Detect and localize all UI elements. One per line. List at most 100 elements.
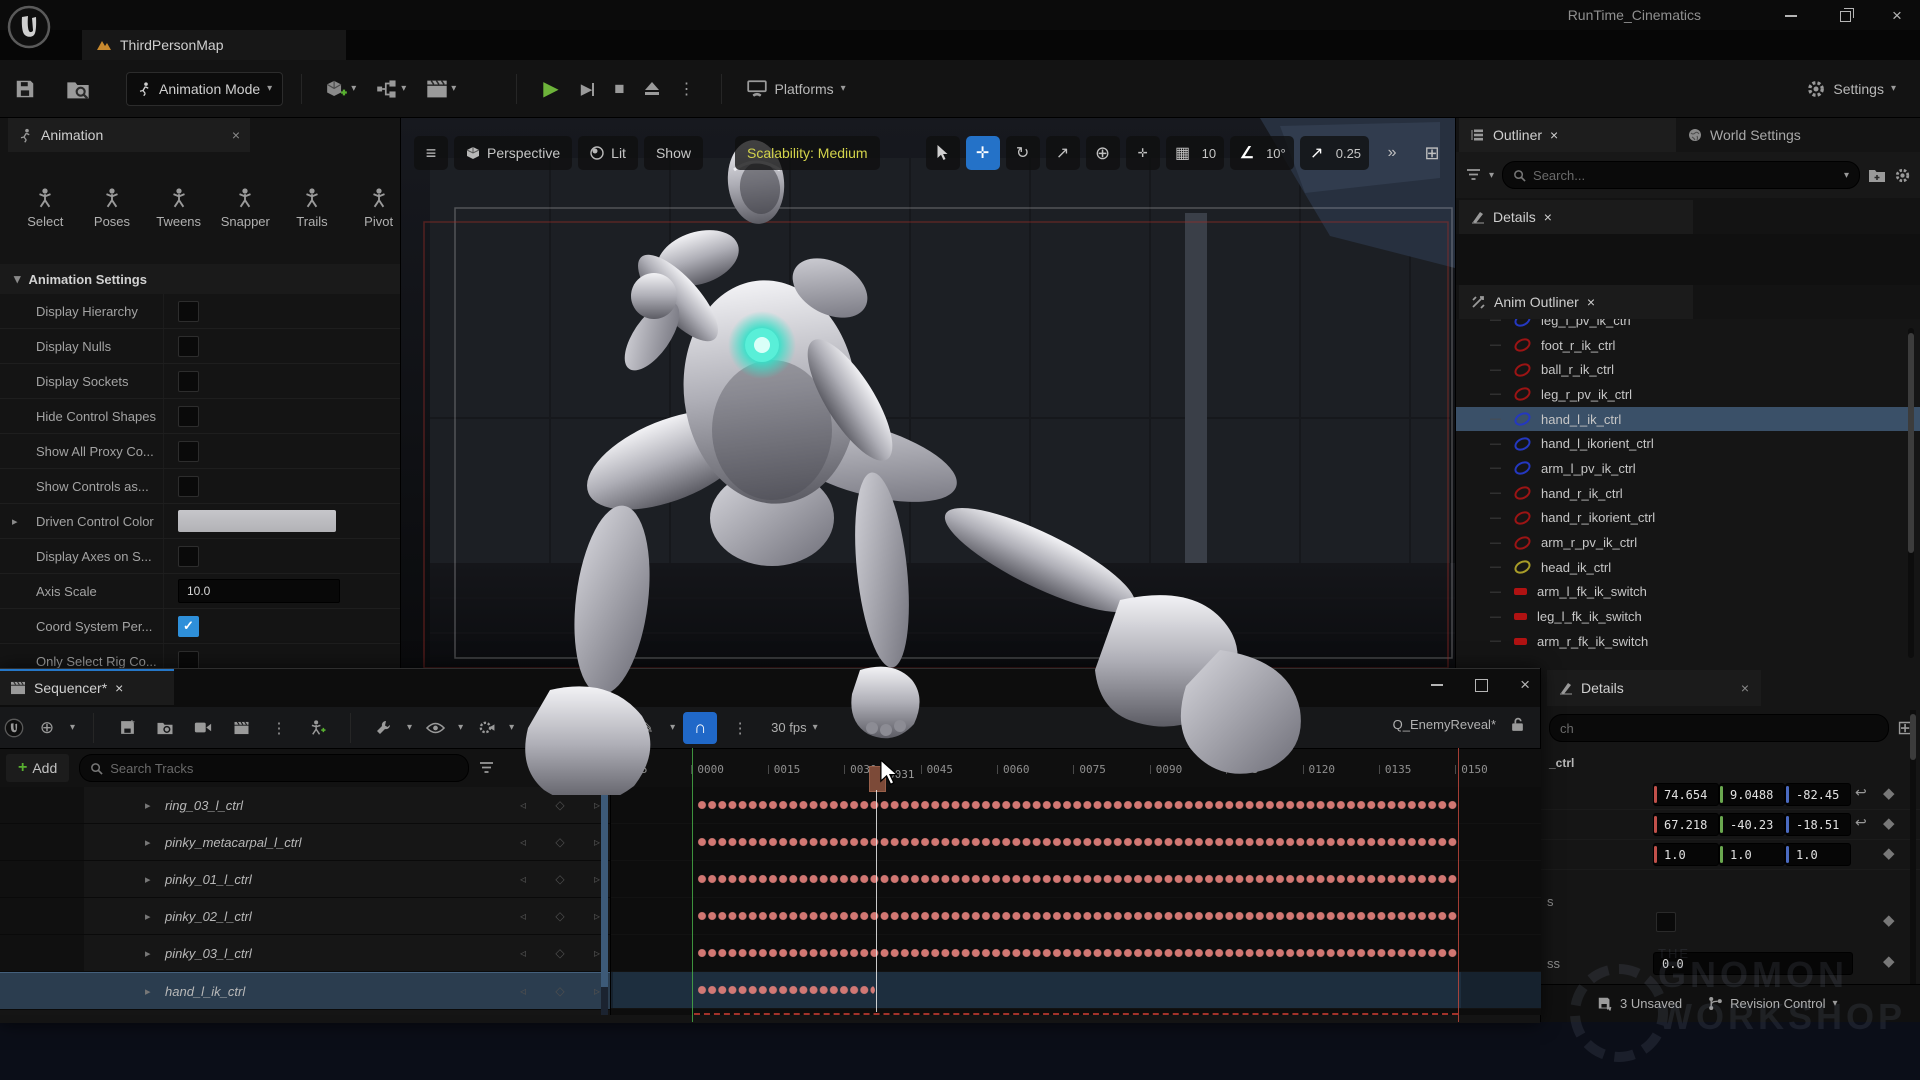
control-list-item[interactable]: hand_l_ik_ctrl	[1456, 407, 1920, 432]
control-list-item[interactable]: hand_l_ikorient_ctrl	[1456, 431, 1920, 456]
keyframes[interactable]	[697, 837, 1457, 847]
next-key-icon[interactable]	[594, 946, 600, 960]
close-icon[interactable]	[1550, 127, 1558, 143]
unsaved-status[interactable]: 3 Unsaved	[1597, 996, 1682, 1012]
add-key-icon[interactable]	[555, 909, 564, 923]
setting-checkbox[interactable]	[178, 546, 199, 567]
snap-magnet-button[interactable]	[683, 712, 717, 744]
animation-tool-button[interactable]: Poses	[83, 187, 141, 229]
details-value-field[interactable]: 0.0	[1653, 952, 1853, 975]
keyframe-area[interactable]	[610, 787, 1541, 1015]
expander-icon[interactable]	[145, 947, 151, 960]
chevron-down-icon[interactable]	[70, 722, 75, 733]
outliner-settings-gear-icon[interactable]	[1894, 167, 1911, 184]
keyframes[interactable]	[697, 874, 1457, 884]
outliner-tab[interactable]: Outliner	[1459, 118, 1697, 152]
track-search-input[interactable]: Search Tracks	[79, 754, 469, 782]
add-track-button[interactable]: + Add	[6, 754, 69, 782]
close-button[interactable]: ×	[1520, 675, 1530, 695]
playback-end-marker[interactable]	[1458, 748, 1459, 1022]
editor-mode-select[interactable]: Animation Mode	[126, 72, 283, 106]
keyframe-row[interactable]	[611, 972, 1541, 1009]
animation-panel-tab[interactable]: Animation	[8, 118, 250, 152]
snap-options-icon[interactable]	[725, 713, 755, 743]
y-value-field[interactable]: 1.0	[1719, 843, 1785, 866]
sequencer-settings-wrench-icon[interactable]	[369, 713, 399, 743]
keyframe-nav[interactable]	[520, 946, 600, 960]
keyframe-nav[interactable]	[520, 835, 600, 849]
restore-button[interactable]	[1834, 8, 1856, 24]
settings-button[interactable]: Settings	[1800, 72, 1902, 106]
prev-key-icon[interactable]	[520, 798, 526, 812]
reset-to-default-icon[interactable]	[1855, 814, 1867, 831]
track-scrollbar-thumb[interactable]	[601, 787, 608, 987]
control-list-item[interactable]: leg_l_fk_ik_switch	[1456, 604, 1920, 629]
scrollbar-thumb[interactable]	[1908, 333, 1914, 553]
sequencer-tab[interactable]: Sequencer*	[0, 669, 174, 705]
play-button[interactable]	[543, 76, 558, 101]
next-key-icon[interactable]	[594, 872, 600, 886]
control-list-item[interactable]: arm_l_pv_ik_ctrl	[1456, 456, 1920, 481]
chevron-down-icon[interactable]	[407, 722, 412, 733]
stop-button[interactable]	[614, 79, 624, 99]
setting-number-field[interactable]: 10.0	[178, 579, 340, 603]
expander-icon[interactable]	[145, 836, 151, 849]
world-settings-tab[interactable]: World Settings	[1676, 118, 1920, 152]
level-tab[interactable]: ThirdPersonMap	[82, 30, 346, 60]
keyframe-row[interactable]	[611, 935, 1541, 972]
add-key-icon[interactable]	[555, 984, 564, 998]
visibility-eye-icon[interactable]	[420, 713, 450, 743]
z-value-field[interactable]: -82.45	[1785, 783, 1851, 806]
details-scrollbar-thumb[interactable]	[1910, 714, 1916, 760]
save-icon[interactable]	[14, 78, 36, 100]
track-filter-icon[interactable]	[479, 762, 494, 774]
select-tool[interactable]	[926, 136, 960, 170]
close-icon[interactable]	[232, 127, 240, 143]
control-list-item[interactable]: arm_r_fk_ik_switch	[1456, 629, 1920, 654]
add-actor-button[interactable]	[320, 72, 362, 106]
sequence-name[interactable]: Q_EnemyReveal*	[1393, 717, 1496, 732]
show-menu[interactable]: Show	[644, 136, 703, 170]
keyframe-diamond-icon[interactable]	[1883, 844, 1895, 862]
control-list-item[interactable]: leg_r_pv_ik_ctrl	[1456, 382, 1920, 407]
filter-icon[interactable]	[1466, 169, 1481, 181]
x-value-field[interactable]: 1.0	[1653, 843, 1719, 866]
expander-icon[interactable]	[145, 910, 151, 923]
next-key-icon[interactable]	[594, 798, 600, 812]
prev-key-icon[interactable]	[520, 946, 526, 960]
playback-start-marker[interactable]	[692, 748, 693, 1022]
keyframe-row[interactable]	[611, 898, 1541, 935]
keyframes[interactable]	[697, 985, 875, 995]
keyframe-edit-mode-icon[interactable]	[632, 713, 662, 743]
keyframe-diamond-icon[interactable]	[1883, 784, 1895, 802]
expand-toolbar-icon[interactable]	[1375, 136, 1409, 170]
expander-icon[interactable]	[145, 873, 151, 886]
close-icon[interactable]	[1741, 680, 1749, 696]
lock-icon[interactable]	[1511, 717, 1524, 732]
control-list-item[interactable]: head_ik_ctrl	[1456, 555, 1920, 580]
keyframe-diamond-icon[interactable]	[1883, 814, 1895, 832]
control-list-item[interactable]: foot_r_ik_ctrl	[1456, 333, 1920, 358]
surface-snap-icon[interactable]	[1126, 136, 1160, 170]
timeline-ruler[interactable]: -015000000150030004500600075009001050120…	[610, 749, 1541, 787]
animation-tool-button[interactable]: Pivot	[350, 187, 408, 229]
grid-snap-group[interactable]: 10	[1166, 136, 1224, 170]
add-track-actor-icon[interactable]	[302, 713, 332, 743]
outliner-search-input[interactable]: Search...	[1502, 161, 1860, 189]
keyframe-nav[interactable]	[520, 872, 600, 886]
control-list-item[interactable]: ball_r_ik_ctrl	[1456, 357, 1920, 382]
maximize-button[interactable]	[1475, 679, 1488, 692]
add-key-icon[interactable]	[555, 798, 564, 812]
setting-checkbox[interactable]	[178, 406, 199, 427]
setting-checkbox[interactable]	[178, 476, 199, 497]
platforms-button[interactable]: Platforms	[740, 72, 852, 106]
control-list-item[interactable]: arm_r_pv_ik_ctrl	[1456, 530, 1920, 555]
more-options-icon[interactable]	[264, 713, 294, 743]
keyframes[interactable]	[697, 948, 1457, 958]
keyframe-nav[interactable]	[520, 798, 600, 812]
keyframes[interactable]	[697, 911, 1457, 921]
prev-key-icon[interactable]	[520, 909, 526, 923]
details-search-input[interactable]: ch	[1549, 714, 1889, 742]
anim-outliner-tab[interactable]: Anim Outliner	[1459, 285, 1693, 319]
revision-control[interactable]: Revision Control	[1708, 996, 1837, 1011]
